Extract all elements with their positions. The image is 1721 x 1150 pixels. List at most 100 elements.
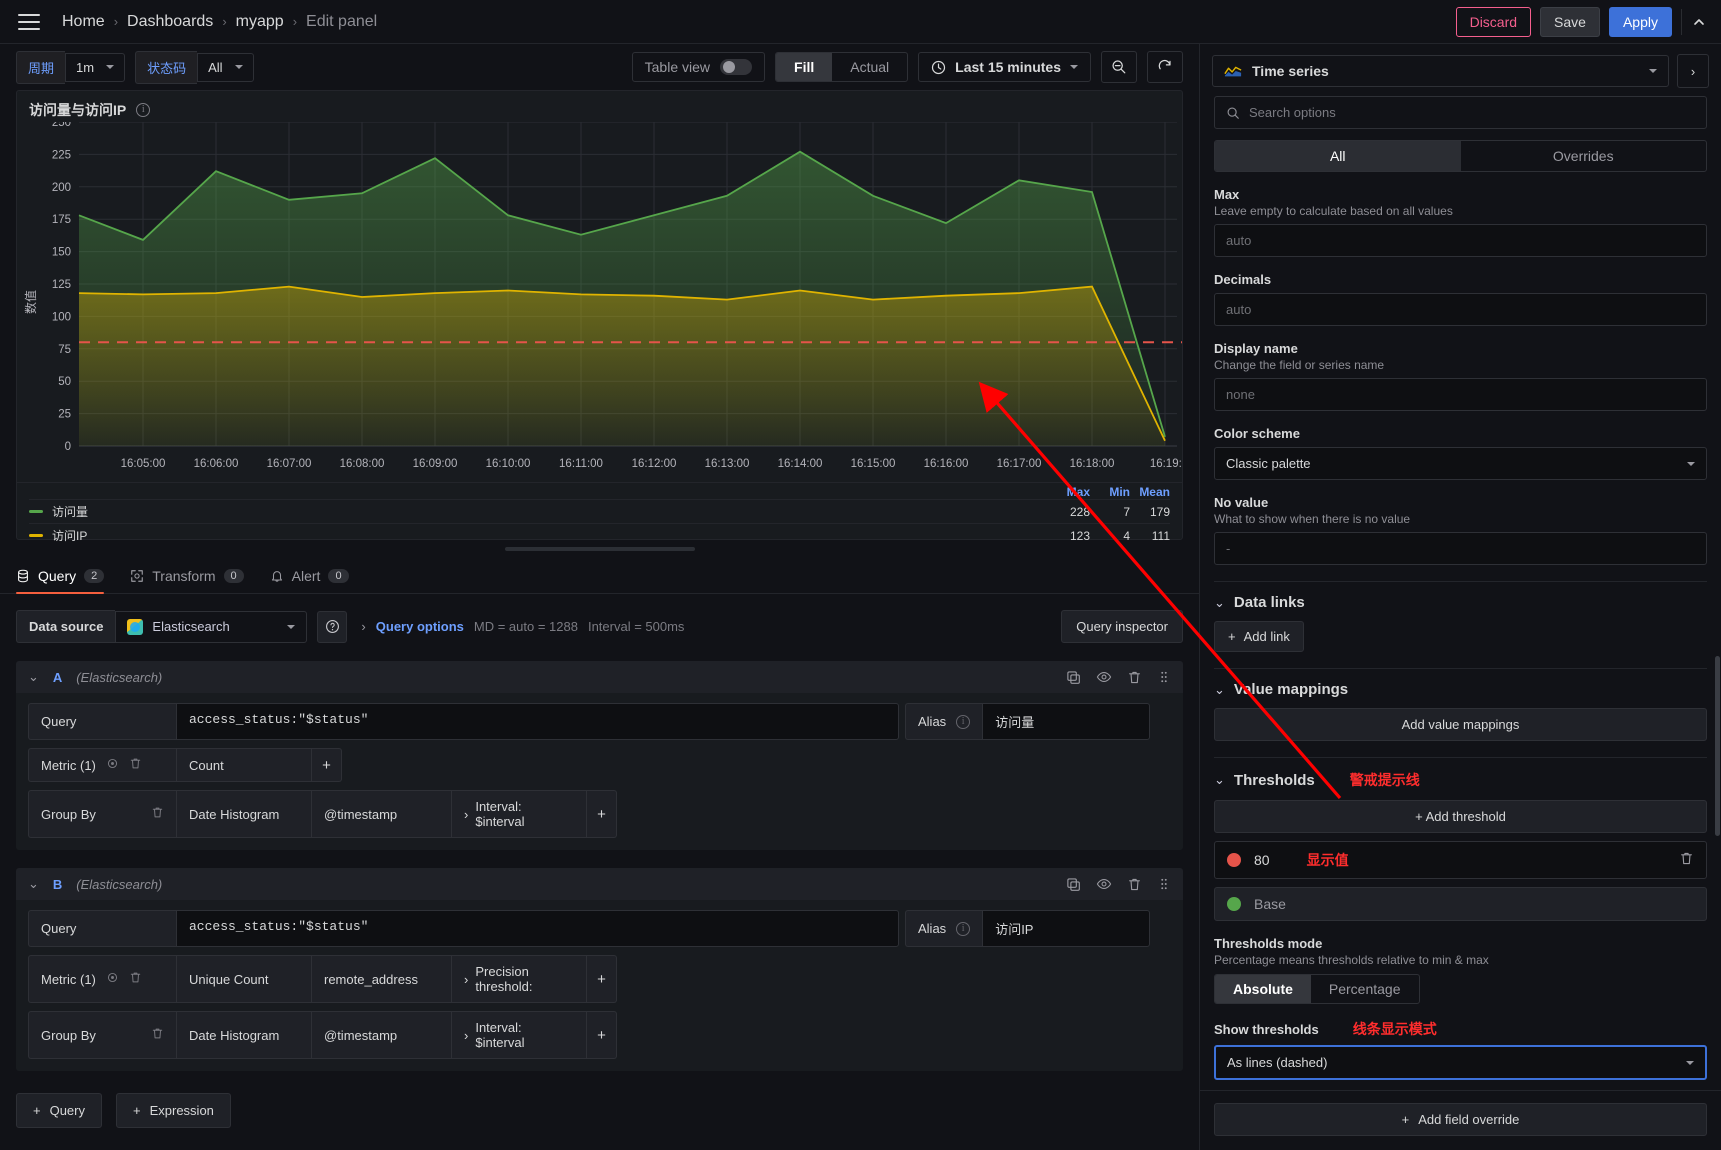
chevron-down-icon [1686, 1061, 1694, 1065]
legend-col-mean[interactable]: Mean [1130, 485, 1170, 499]
table-view-switch[interactable] [720, 59, 752, 75]
legend-col-max[interactable]: Max [1050, 485, 1090, 499]
query-b-refid[interactable]: B [53, 877, 62, 892]
query-b-metric-field[interactable]: remote_address [312, 955, 452, 1003]
data-links-header[interactable]: ⌄ Data links [1214, 594, 1707, 611]
query-b-alias-input[interactable]: 访问IP [982, 910, 1150, 947]
discard-button[interactable]: Discard [1456, 7, 1531, 37]
option-display-name-input[interactable]: none [1214, 378, 1707, 411]
query-b-metric-aggregation[interactable]: Unique Count [176, 955, 312, 1003]
interval-text: Interval: $interval [475, 1020, 574, 1050]
trash-icon[interactable] [151, 806, 164, 822]
query-a-refid[interactable]: A [53, 670, 62, 685]
tab-all[interactable]: All [1215, 141, 1461, 171]
value-mappings-header[interactable]: ⌄ Value mappings [1214, 681, 1707, 698]
option-color-scheme-select[interactable]: Classic palette [1214, 447, 1707, 480]
options-scrollbar[interactable] [1715, 656, 1720, 836]
add-expression-button[interactable]: + Expression [116, 1093, 231, 1128]
trash-icon[interactable] [129, 971, 142, 987]
trash-icon[interactable] [1127, 670, 1142, 685]
query-options-toggle[interactable]: Query options [376, 619, 464, 634]
data-source-select[interactable]: Elasticsearch [115, 611, 307, 643]
legend-col-min[interactable]: Min [1090, 485, 1130, 499]
threshold-color-dot[interactable] [1227, 853, 1241, 867]
query-a-query-input[interactable]: access_status:"$status" [176, 703, 899, 740]
thresholds-mode-absolute[interactable]: Absolute [1215, 975, 1311, 1003]
menu-icon[interactable] [18, 14, 40, 30]
collapse-options-button[interactable]: › [1677, 54, 1709, 88]
add-value-mappings-button[interactable]: Add value mappings [1214, 708, 1707, 741]
query-a-alias-input[interactable]: 访问量 [982, 703, 1150, 740]
variable-period-select[interactable]: 1m [65, 53, 125, 82]
thresholds-header[interactable]: ⌄ Thresholds 警戒提示线 [1214, 770, 1707, 790]
variable-status-select[interactable]: All [197, 53, 253, 82]
trash-icon[interactable] [1679, 851, 1694, 869]
query-a-groupby-aggregation[interactable]: Date Histogram [176, 790, 312, 838]
eye-icon[interactable] [1096, 669, 1112, 685]
refresh-button[interactable] [1147, 51, 1183, 83]
info-icon[interactable]: i [956, 922, 970, 936]
query-b-groupby-interval[interactable]: › Interval: $interval [452, 1011, 587, 1059]
panel-toolbar: 周期 1m 状态码 All Table view [0, 44, 1199, 90]
query-a-groupby-add-button[interactable]: + [587, 790, 617, 838]
table-view-toggle[interactable]: Table view [632, 52, 765, 82]
query-b-query-input[interactable]: access_status:"$status" [176, 910, 899, 947]
query-a-metric-add-button[interactable]: + [312, 748, 342, 782]
legend-item-visits[interactable]: 访问量 228 7 179 [29, 499, 1170, 523]
option-decimals-input[interactable]: auto [1214, 293, 1707, 326]
add-field-override-button[interactable]: + Add field override [1214, 1103, 1707, 1136]
apply-button[interactable]: Apply [1609, 7, 1672, 37]
info-icon[interactable]: i [136, 103, 150, 117]
query-b-groupby-field[interactable]: @timestamp [312, 1011, 452, 1059]
fill-button[interactable]: Fill [776, 53, 832, 81]
datasource-help-button[interactable] [317, 611, 347, 643]
thresholds-mode-percentage[interactable]: Percentage [1311, 975, 1419, 1003]
time-range-picker[interactable]: Last 15 minutes [918, 52, 1091, 82]
chevron-right-icon[interactable]: › [361, 619, 365, 634]
query-a-groupby-field[interactable]: @timestamp [312, 790, 452, 838]
chevron-down-icon[interactable]: ⌄ [28, 876, 39, 892]
threshold-value[interactable]: 80 [1254, 852, 1270, 868]
tab-transform[interactable]: Transform 0 [130, 568, 243, 593]
chevron-down-icon[interactable]: ⌄ [28, 669, 39, 685]
trash-icon[interactable] [151, 1027, 164, 1043]
query-inspector-button[interactable]: Query inspector [1061, 610, 1183, 643]
option-max-input[interactable]: auto [1214, 224, 1707, 257]
breadcrumb-myapp[interactable]: myapp [236, 13, 284, 31]
query-b-metric-add-button[interactable]: + [587, 955, 617, 1003]
option-display-name: Display name Change the field or series … [1214, 341, 1707, 411]
add-link-button[interactable]: + Add link [1214, 621, 1304, 652]
search-options-field[interactable]: Search options [1214, 96, 1707, 129]
query-b-precision-threshold[interactable]: › Precision threshold: [452, 955, 587, 1003]
tab-overrides[interactable]: Overrides [1461, 141, 1707, 171]
option-no-value-input[interactable]: - [1214, 532, 1707, 565]
query-b-groupby-add-button[interactable]: + [587, 1011, 617, 1059]
save-button[interactable]: Save [1540, 7, 1600, 37]
add-threshold-button[interactable]: + Add threshold [1214, 800, 1707, 833]
query-a-groupby-interval[interactable]: › Interval: $interval [452, 790, 587, 838]
drag-handle-icon[interactable] [1157, 877, 1171, 891]
breadcrumb-home[interactable]: Home [62, 13, 105, 31]
add-query-button[interactable]: + Query [16, 1093, 102, 1128]
duplicate-icon[interactable] [1066, 670, 1081, 685]
zoom-out-button[interactable] [1101, 51, 1137, 83]
tab-query[interactable]: Query 2 [16, 568, 104, 593]
duplicate-icon[interactable] [1066, 877, 1081, 892]
trash-icon[interactable] [129, 757, 142, 773]
actual-button[interactable]: Actual [832, 53, 907, 81]
panel-resize-handle[interactable] [0, 540, 1199, 554]
eye-icon[interactable] [1096, 876, 1112, 892]
breadcrumb-dashboards[interactable]: Dashboards [127, 13, 213, 31]
visibility-icon[interactable] [106, 757, 119, 773]
visualization-picker[interactable]: Time series [1212, 55, 1669, 87]
drag-handle-icon[interactable] [1157, 670, 1171, 684]
trash-icon[interactable] [1127, 877, 1142, 892]
tab-alert[interactable]: Alert 0 [270, 568, 349, 593]
show-thresholds-select[interactable]: As lines (dashed) [1214, 1045, 1707, 1080]
threshold-color-dot[interactable] [1227, 897, 1241, 911]
chevron-up-icon[interactable] [1681, 9, 1707, 35]
query-b-groupby-aggregation[interactable]: Date Histogram [176, 1011, 312, 1059]
info-icon[interactable]: i [956, 715, 970, 729]
query-a-metric-aggregation[interactable]: Count [176, 748, 312, 782]
visibility-icon[interactable] [106, 971, 119, 987]
